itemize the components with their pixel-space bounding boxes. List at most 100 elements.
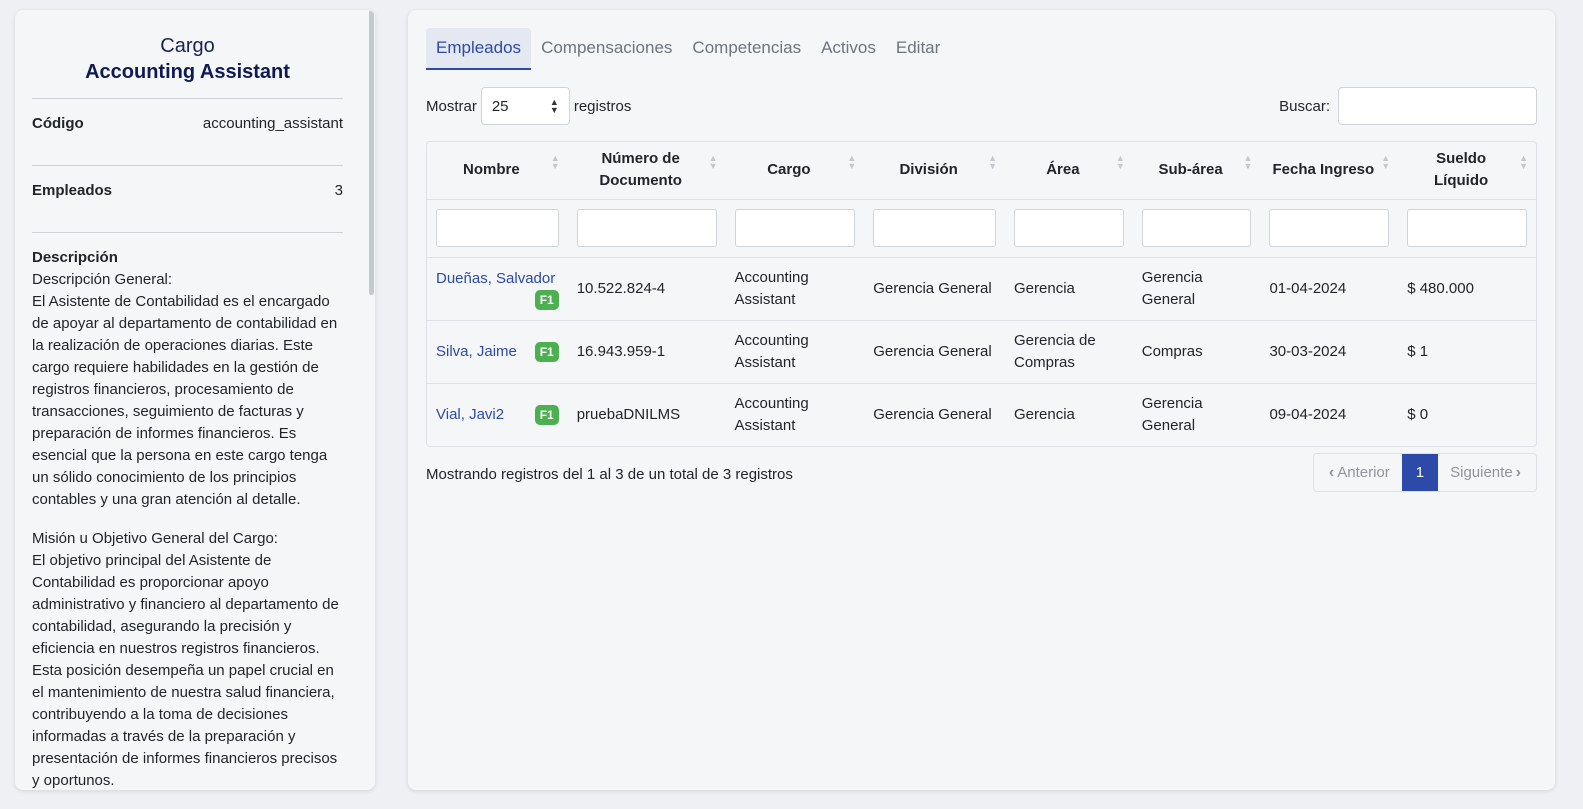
select-arrows-icon: ▲ ▼ <box>549 97 559 115</box>
sort-icon: ▲ ▼ <box>847 153 857 171</box>
search-input[interactable] <box>1338 87 1537 125</box>
page-size-value: 25 <box>491 97 509 115</box>
document-cell: pruebaDNILMS <box>576 405 681 423</box>
tab-compensaciones[interactable]: Compensaciones <box>531 28 682 70</box>
records-label: registros <box>573 97 632 115</box>
filter-fecha-input[interactable] <box>1269 209 1390 247</box>
description-label: Descripción <box>32 249 118 266</box>
col-header-cargo[interactable]: Cargo ▲ ▼ <box>725 142 865 200</box>
employee-link[interactable]: Vial, Javi2 <box>436 404 504 426</box>
cargo-cell: Accounting Assistant <box>725 320 865 384</box>
sort-icon: ▲ ▼ <box>550 153 560 171</box>
description-general-text: El Asistente de Contabilidad es el encar… <box>32 293 338 508</box>
prev-page-button[interactable]: ‹ Anterior <box>1313 454 1402 491</box>
date-cell: 09-04-2024 <box>1269 405 1347 423</box>
next-label: Siguiente <box>1450 464 1513 481</box>
salary-cell: $ 0 <box>1407 405 1429 423</box>
table-info: Mostrando registros del 1 al 3 de un tot… <box>426 466 793 483</box>
status-badge: F1 <box>534 404 559 425</box>
employee-link[interactable]: Silva, Jaime <box>436 341 517 363</box>
prev-label: Anterior <box>1337 464 1390 481</box>
search-control: Buscar: <box>1279 87 1537 125</box>
subarea-cell: Compras <box>1132 320 1261 384</box>
page-1-button[interactable]: 1 <box>1401 454 1439 491</box>
sort-icon: ▲ ▼ <box>988 153 997 171</box>
sort-icon: ▲ ▼ <box>1243 153 1253 171</box>
filter-subarea-input[interactable] <box>1141 209 1252 247</box>
col-header-fecha[interactable]: Fecha Ingreso ▲ ▼ <box>1260 142 1399 200</box>
card-header: Cargo Accounting Assistant <box>32 34 343 99</box>
role-name: Accounting Assistant <box>85 61 290 83</box>
chevron-right-icon: › <box>1515 463 1521 481</box>
tab-empleados[interactable]: Empleados <box>426 28 532 70</box>
employees-table: Nombre ▲ ▼ Número de Documento ▲ ▼ Cargo ▲ ▼ D… <box>426 141 1537 447</box>
col-header-nombre[interactable]: Nombre ▲ ▼ <box>427 142 568 200</box>
subarea-cell: Gerencia General <box>1141 394 1203 434</box>
filter-sueldo-input[interactable] <box>1407 209 1527 247</box>
tab-bar: Empleados Compensaciones Competencias Ac… <box>426 28 950 70</box>
table-row: Vial, Javi2 F1 pruebaDNILMS Accounting A… <box>427 383 1536 446</box>
status-badge: F1 <box>534 289 559 310</box>
code-row: Código accounting_assistant <box>32 99 343 166</box>
mission-heading: Misión u Objetivo General del Cargo: <box>32 530 278 547</box>
table-row: Dueñas, Salvador F1 10.522.824-4 Account… <box>427 257 1536 321</box>
card-title-label: Cargo <box>160 35 215 57</box>
filter-area-input[interactable] <box>1014 209 1124 247</box>
tab-activos[interactable]: Activos <box>811 28 886 70</box>
filter-nombre-input[interactable] <box>436 209 559 247</box>
pagination: ‹ Anterior 1 Siguiente › <box>1312 453 1537 492</box>
subarea-cell: Gerencia General <box>1132 257 1261 321</box>
area-cell: Gerencia de Compras <box>1005 320 1133 384</box>
code-value: accounting_assistant <box>202 115 343 132</box>
col-header-area[interactable]: Área ▲ ▼ <box>1005 142 1133 200</box>
employees-label: Empleados <box>32 182 113 199</box>
area-cell: Gerencia <box>1005 257 1133 321</box>
role-detail-card: Cargo Accounting Assistant Código accoun… <box>15 10 375 790</box>
col-header-documento[interactable]: Número de Documento ▲ ▼ <box>567 142 726 200</box>
sort-icon: ▲ ▼ <box>1115 153 1125 171</box>
mission-text: El objetivo principal del Asistente de C… <box>32 552 339 789</box>
name-cell: Dueñas, Salvador F1 <box>427 257 568 321</box>
cargo-cell: Accounting Assistant <box>725 257 865 321</box>
filter-division-input[interactable] <box>873 209 996 247</box>
document-cell: 10.522.824-4 <box>567 257 726 321</box>
description-section: Descripción Descripción General: El Asis… <box>32 233 343 790</box>
employees-row: Empleados 3 <box>32 166 343 233</box>
header-row: Nombre ▲ ▼ Número de Documento ▲ ▼ Cargo ▲ ▼ D… <box>427 142 1536 200</box>
area-cell: Gerencia <box>1014 405 1075 423</box>
division-cell: Gerencia General <box>873 405 992 423</box>
chevron-left-icon: ‹ <box>1328 463 1335 481</box>
filter-documento-input[interactable] <box>576 209 717 247</box>
filter-row <box>427 199 1536 258</box>
col-header-division[interactable]: División ▲ ▼ <box>864 142 1005 200</box>
table-row: Silva, Jaime F1 16.943.959-1 Accounting … <box>427 320 1536 384</box>
salary-cell: $ 480.000 <box>1398 257 1536 321</box>
sort-icon: ▲ ▼ <box>1519 153 1528 171</box>
filter-cargo-input[interactable] <box>734 209 856 247</box>
sort-icon: ▲ ▼ <box>1381 153 1391 171</box>
cargo-cell: Accounting Assistant <box>734 394 809 434</box>
col-header-sueldo[interactable]: Sueldo Líquido ▲ ▼ <box>1398 142 1536 200</box>
division-cell: Gerencia General <box>864 320 1005 384</box>
date-cell: 30-03-2024 <box>1260 320 1399 384</box>
employees-panel: Empleados Compensaciones Competencias Ac… <box>408 10 1555 790</box>
page-size-control: Mostrar 25 ▲ ▼ registros <box>426 87 631 125</box>
show-label: Mostrar <box>426 97 477 115</box>
name-cell: Silva, Jaime F1 <box>427 320 568 384</box>
employee-link[interactable]: Dueñas, Salvador <box>436 268 555 290</box>
col-header-subarea[interactable]: Sub-área ▲ ▼ <box>1132 142 1261 200</box>
page-size-select[interactable]: 25 ▲ ▼ <box>480 87 570 125</box>
document-cell: 16.943.959-1 <box>567 320 726 384</box>
tab-competencias[interactable]: Competencias <box>682 28 811 70</box>
sort-icon: ▲ ▼ <box>708 153 718 171</box>
next-page-button[interactable]: Siguiente › <box>1438 454 1536 491</box>
description-general-heading: Descripción General: <box>32 271 173 288</box>
date-cell: 01-04-2024 <box>1260 257 1399 321</box>
employees-count: 3 <box>334 182 343 199</box>
status-badge: F1 <box>534 341 559 362</box>
salary-cell: $ 1 <box>1398 320 1536 384</box>
scrollbar[interactable] <box>369 10 374 295</box>
division-cell: Gerencia General <box>864 257 1005 321</box>
tab-editar[interactable]: Editar <box>886 28 950 70</box>
code-label: Código <box>32 115 84 132</box>
